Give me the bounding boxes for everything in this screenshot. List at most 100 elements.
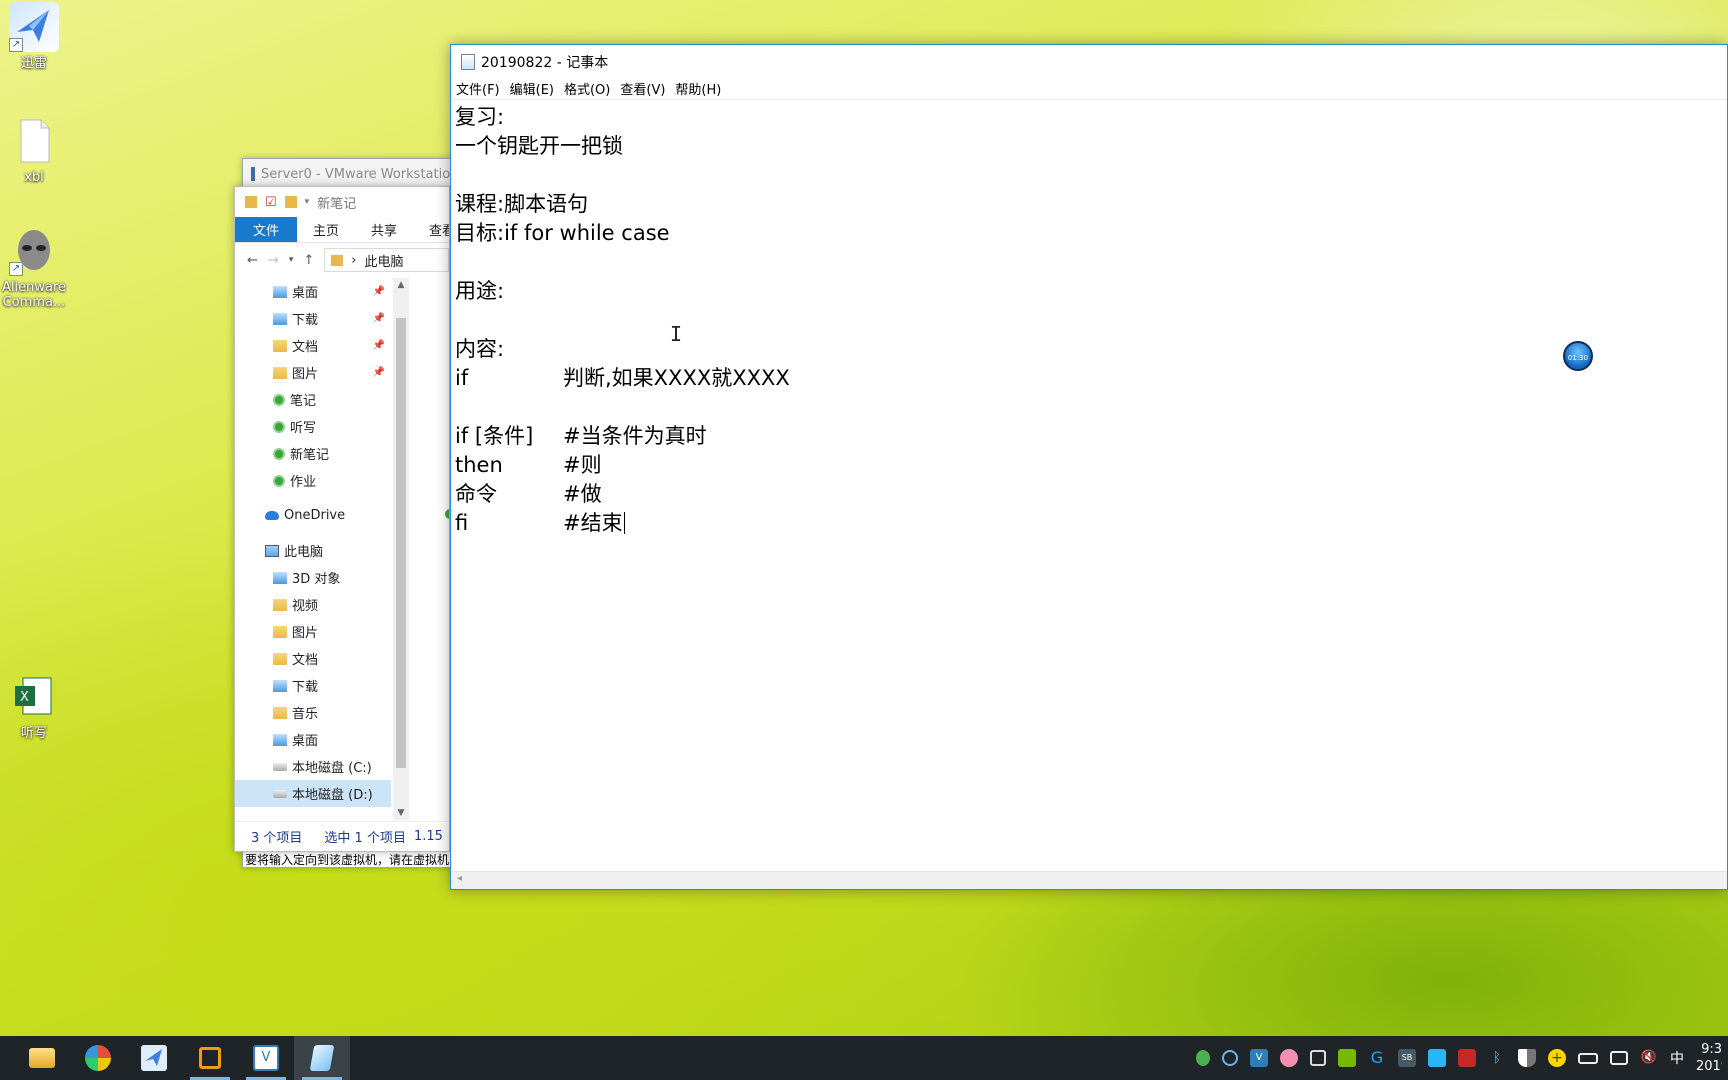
system-clock[interactable]: 9:3 2019/ xyxy=(1696,1041,1722,1075)
nvidia-tray-icon[interactable] xyxy=(1338,1049,1356,1067)
forward-arrow-icon[interactable]: → xyxy=(268,253,279,268)
synced-folder-icon xyxy=(273,393,285,406)
copy-tray-icon[interactable] xyxy=(1310,1050,1326,1066)
back-arrow-icon[interactable]: ← xyxy=(247,253,258,268)
folder-icon xyxy=(331,254,344,266)
horizontal-scrollbar[interactable]: ◂ xyxy=(451,871,1727,889)
nav-item-desktop[interactable]: 桌面 📌 xyxy=(235,278,391,305)
nav-item-downloads[interactable]: 下载 📌 xyxy=(235,305,391,332)
nav-item-drive-d[interactable]: 本地磁盘 (D:) xyxy=(235,780,391,807)
nav-item-this-pc[interactable]: 此电脑 xyxy=(235,537,391,564)
desktop-icon-xbl[interactable]: xbl xyxy=(0,116,68,185)
menu-edit[interactable]: 编辑(E) xyxy=(509,79,555,98)
scrollbar-thumb[interactable] xyxy=(396,318,406,768)
monitor-tray-icon[interactable] xyxy=(1458,1049,1476,1067)
taskbar-file-explorer[interactable] xyxy=(14,1036,70,1080)
breadcrumb[interactable]: › 此电脑 xyxy=(324,248,449,272)
scroll-left-icon[interactable]: ◂ xyxy=(457,873,462,884)
qat-dropdown-icon[interactable]: ▾ xyxy=(305,197,310,207)
text-line: 内容: xyxy=(455,337,505,361)
nav-item-pc-documents[interactable]: 文档 xyxy=(235,645,391,672)
desktop-icon-xunlei[interactable]: ↗ 迅雷 xyxy=(0,2,68,71)
breadcrumb-separator: › xyxy=(351,252,357,268)
nav-item-music[interactable]: 音乐 xyxy=(235,699,391,726)
taskbar-notepad[interactable] xyxy=(294,1036,350,1080)
notepad-window[interactable]: 20190822 - 记事本 文件(F) 编辑(E) 格式(O) 查看(V) 帮… xyxy=(450,44,1728,890)
nav-pane-scrollbar[interactable]: ▲ ▼ xyxy=(393,278,409,820)
volume-muted-icon[interactable]: 🔇 xyxy=(1640,1049,1658,1067)
breadcrumb-this-pc[interactable]: 此电脑 xyxy=(364,251,403,270)
notepad-menubar: 文件(F) 编辑(E) 格式(O) 查看(V) 帮助(H) xyxy=(451,78,1727,100)
app-tray-icon[interactable] xyxy=(1428,1049,1446,1067)
tab-share[interactable]: 共享 xyxy=(355,217,413,242)
taskbar-vnc[interactable]: V xyxy=(238,1036,294,1080)
nav-item-onedrive[interactable]: OneDrive xyxy=(235,502,391,529)
nav-item-dictation[interactable]: 听写 xyxy=(235,413,391,440)
notepad-titlebar[interactable]: 20190822 - 记事本 xyxy=(451,45,1727,78)
sb-tray-icon[interactable]: SB xyxy=(1398,1049,1416,1067)
tab-file[interactable]: 文件 xyxy=(235,217,298,242)
nav-item-label: 新笔记 xyxy=(290,448,330,463)
desktop-icon-tingxie[interactable]: X 听写 xyxy=(0,672,68,741)
tab-view[interactable]: 查看 xyxy=(413,217,449,242)
nav-item-videos[interactable]: 视频 xyxy=(235,591,391,618)
text-line-current: fi #结束 xyxy=(455,511,625,535)
shortcut-arrow-icon: ↗ xyxy=(9,262,23,276)
scroll-up-icon[interactable]: ▲ xyxy=(393,280,409,290)
text-line xyxy=(455,393,1725,422)
network-icon[interactable] xyxy=(1610,1051,1628,1065)
vnc-icon: V xyxy=(253,1045,279,1071)
menu-help[interactable]: 帮助(H) xyxy=(674,79,722,98)
recent-dropdown-icon[interactable]: ▾ xyxy=(289,255,294,265)
tab-home[interactable]: 主页 xyxy=(297,217,355,242)
menu-format[interactable]: 格式(O) xyxy=(563,79,611,98)
nav-item-3d-objects[interactable]: 3D 对象 xyxy=(235,564,391,591)
ribbon-tabs: 文件 主页 共享 查看 xyxy=(235,217,449,243)
menu-view[interactable]: 查看(V) xyxy=(619,79,666,98)
text-line: 用途: xyxy=(455,279,505,303)
nav-item-documents[interactable]: 文档 📌 xyxy=(235,332,391,359)
vmware-titlebar[interactable]: Server0 - VMware Workstation xyxy=(243,159,453,189)
text-line: 目标:if for while case xyxy=(455,221,670,245)
desktop-icon-alienware[interactable]: ↗ Alienware Comma... xyxy=(0,226,68,310)
alienware-tray-icon[interactable] xyxy=(1196,1050,1210,1066)
taskbar-browser[interactable] xyxy=(70,1036,126,1080)
browser-icon xyxy=(85,1045,111,1071)
clock-date: 2019/ xyxy=(1696,1059,1722,1074)
shortcut-arrow-icon: ↗ xyxy=(9,38,23,52)
nav-item-pictures[interactable]: 图片 📌 xyxy=(235,359,391,386)
nav-item-drive-c[interactable]: 本地磁盘 (C:) xyxy=(235,753,391,780)
security-shield-icon[interactable] xyxy=(1518,1049,1536,1067)
notepad-text-area[interactable]: 复习: 一个钥匙开一把锁 课程:脚本语句 目标:if for while cas… xyxy=(455,101,1725,871)
ime-indicator[interactable]: 中 xyxy=(1670,1048,1684,1068)
plus-tray-icon[interactable]: + xyxy=(1548,1049,1566,1067)
up-arrow-icon[interactable]: ↑ xyxy=(303,253,314,268)
text-line: 课程:脚本语句 xyxy=(455,192,589,216)
nav-item-homework[interactable]: 作业 xyxy=(235,467,391,494)
taskbar-vmware[interactable] xyxy=(182,1036,238,1080)
floating-timer[interactable]: 01:30 xyxy=(1563,341,1593,371)
logitech-tray-icon[interactable]: G xyxy=(1368,1049,1386,1067)
nav-item-pc-desktop[interactable]: 桌面 xyxy=(235,726,391,753)
vnc-tray-icon[interactable]: V xyxy=(1250,1049,1268,1067)
bluetooth-icon[interactable]: ᛒ xyxy=(1488,1049,1506,1067)
file-explorer-window[interactable]: ☑ ▾ 新笔记 文件 主页 共享 查看 ← → ▾ ↑ › 此电脑 桌面 📌 下载… xyxy=(234,186,450,852)
network-activity-icon[interactable] xyxy=(1222,1050,1238,1066)
pin-icon: 📌 xyxy=(372,340,385,351)
computer-icon xyxy=(265,544,279,557)
text-line xyxy=(455,306,1725,335)
flower-tray-icon[interactable] xyxy=(1280,1049,1298,1067)
battery-icon[interactable] xyxy=(1578,1052,1598,1064)
new-folder-icon[interactable] xyxy=(284,196,297,208)
scroll-down-icon[interactable]: ▼ xyxy=(393,808,409,818)
nav-item-pc-downloads[interactable]: 下载 xyxy=(235,672,391,699)
bird-icon xyxy=(141,1045,167,1071)
text-line: 命令 #做 xyxy=(455,482,602,506)
nav-item-pc-pictures[interactable]: 图片 xyxy=(235,618,391,645)
drive-icon xyxy=(273,762,287,771)
taskbar-xunlei[interactable] xyxy=(126,1036,182,1080)
nav-item-notes[interactable]: 笔记 xyxy=(235,386,391,413)
properties-check-icon[interactable]: ☑ xyxy=(265,195,277,210)
menu-file[interactable]: 文件(F) xyxy=(455,79,501,98)
nav-item-new-notes[interactable]: 新笔记 xyxy=(235,440,391,467)
